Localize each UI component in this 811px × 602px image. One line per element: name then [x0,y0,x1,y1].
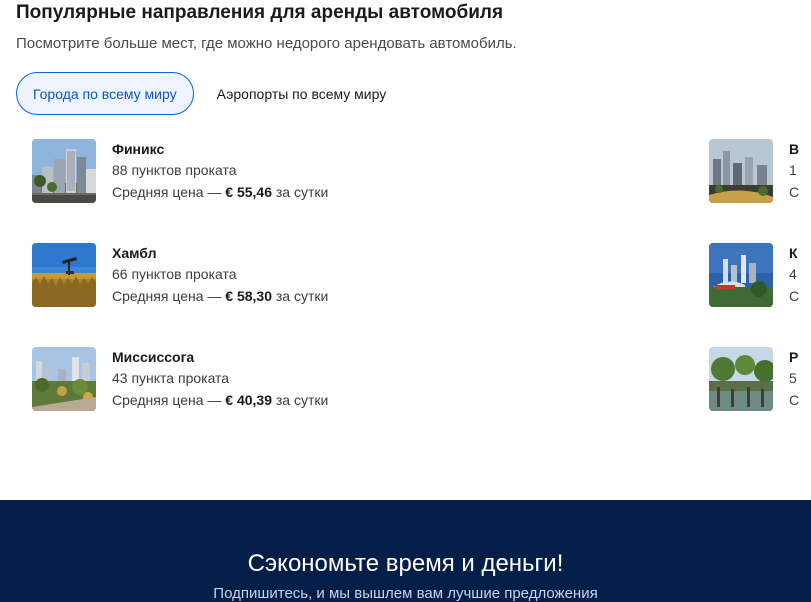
tab-airports-worldwide[interactable]: Аэропорты по всему миру [200,72,404,115]
rental-locations-count: 66 пунктов проката [112,266,237,282]
tab-cities-worldwide[interactable]: Города по всему миру [16,72,194,115]
destination-card-mississauga[interactable]: Миссиссога 43 пункта проката Средняя цен… [32,347,372,411]
price-value: € 55,46 [225,184,272,200]
destination-card-right-3[interactable]: Р 5 С [709,347,811,411]
destination-city: Р [789,349,799,365]
newsletter-subtitle: Подпишитесь, и мы вышлем вам лучшие пред… [213,585,598,602]
average-price: Средняя цена — € 40,39 за сутки [112,392,329,408]
rental-locations-count: 43 пункта проката [112,370,230,386]
destination-card-right-2[interactable]: К 4 С [709,243,811,307]
destination-tabs: Города по всему миру Аэропорты по всему … [16,72,403,115]
newsletter-title: Сэкономьте время и деньги! [247,550,564,577]
rental-locations-count: 5 [789,370,797,386]
destination-image [709,347,773,411]
destination-city: Миссиссога [112,349,195,365]
price-value: € 40,39 [225,392,272,408]
destination-city: В [789,141,800,157]
rental-locations-count: 88 пунктов проката [112,162,237,178]
rental-locations-count: 1 [789,162,797,178]
destination-image [32,139,96,203]
average-price: С [789,184,800,200]
average-price: Средняя цена — € 58,30 за сутки [112,288,329,304]
average-price: С [789,288,800,304]
destination-card-phoenix[interactable]: Финикс 88 пунктов проката Средняя цена —… [32,139,372,203]
newsletter-banner: Сэкономьте время и деньги! Подпишитесь, … [0,500,811,602]
destination-city: Хамбл [112,245,157,261]
destination-image [32,243,96,307]
average-price: С [789,392,800,408]
section-title: Популярные направления для аренды автомо… [16,2,504,23]
destination-city: К [789,245,798,261]
destination-image [709,139,773,203]
destination-city: Финикс [112,141,165,157]
destination-image [709,243,773,307]
price-value: € 58,30 [225,288,272,304]
destination-image [32,347,96,411]
section-subtitle: Посмотрите больше мест, где можно недоро… [16,35,517,52]
average-price: Средняя цена — € 55,46 за сутки [112,184,329,200]
destination-card-right-1[interactable]: В 1 С [709,139,811,203]
destination-card-humble[interactable]: Хамбл 66 пунктов проката Средняя цена — … [32,243,372,307]
rental-locations-count: 4 [789,266,797,282]
